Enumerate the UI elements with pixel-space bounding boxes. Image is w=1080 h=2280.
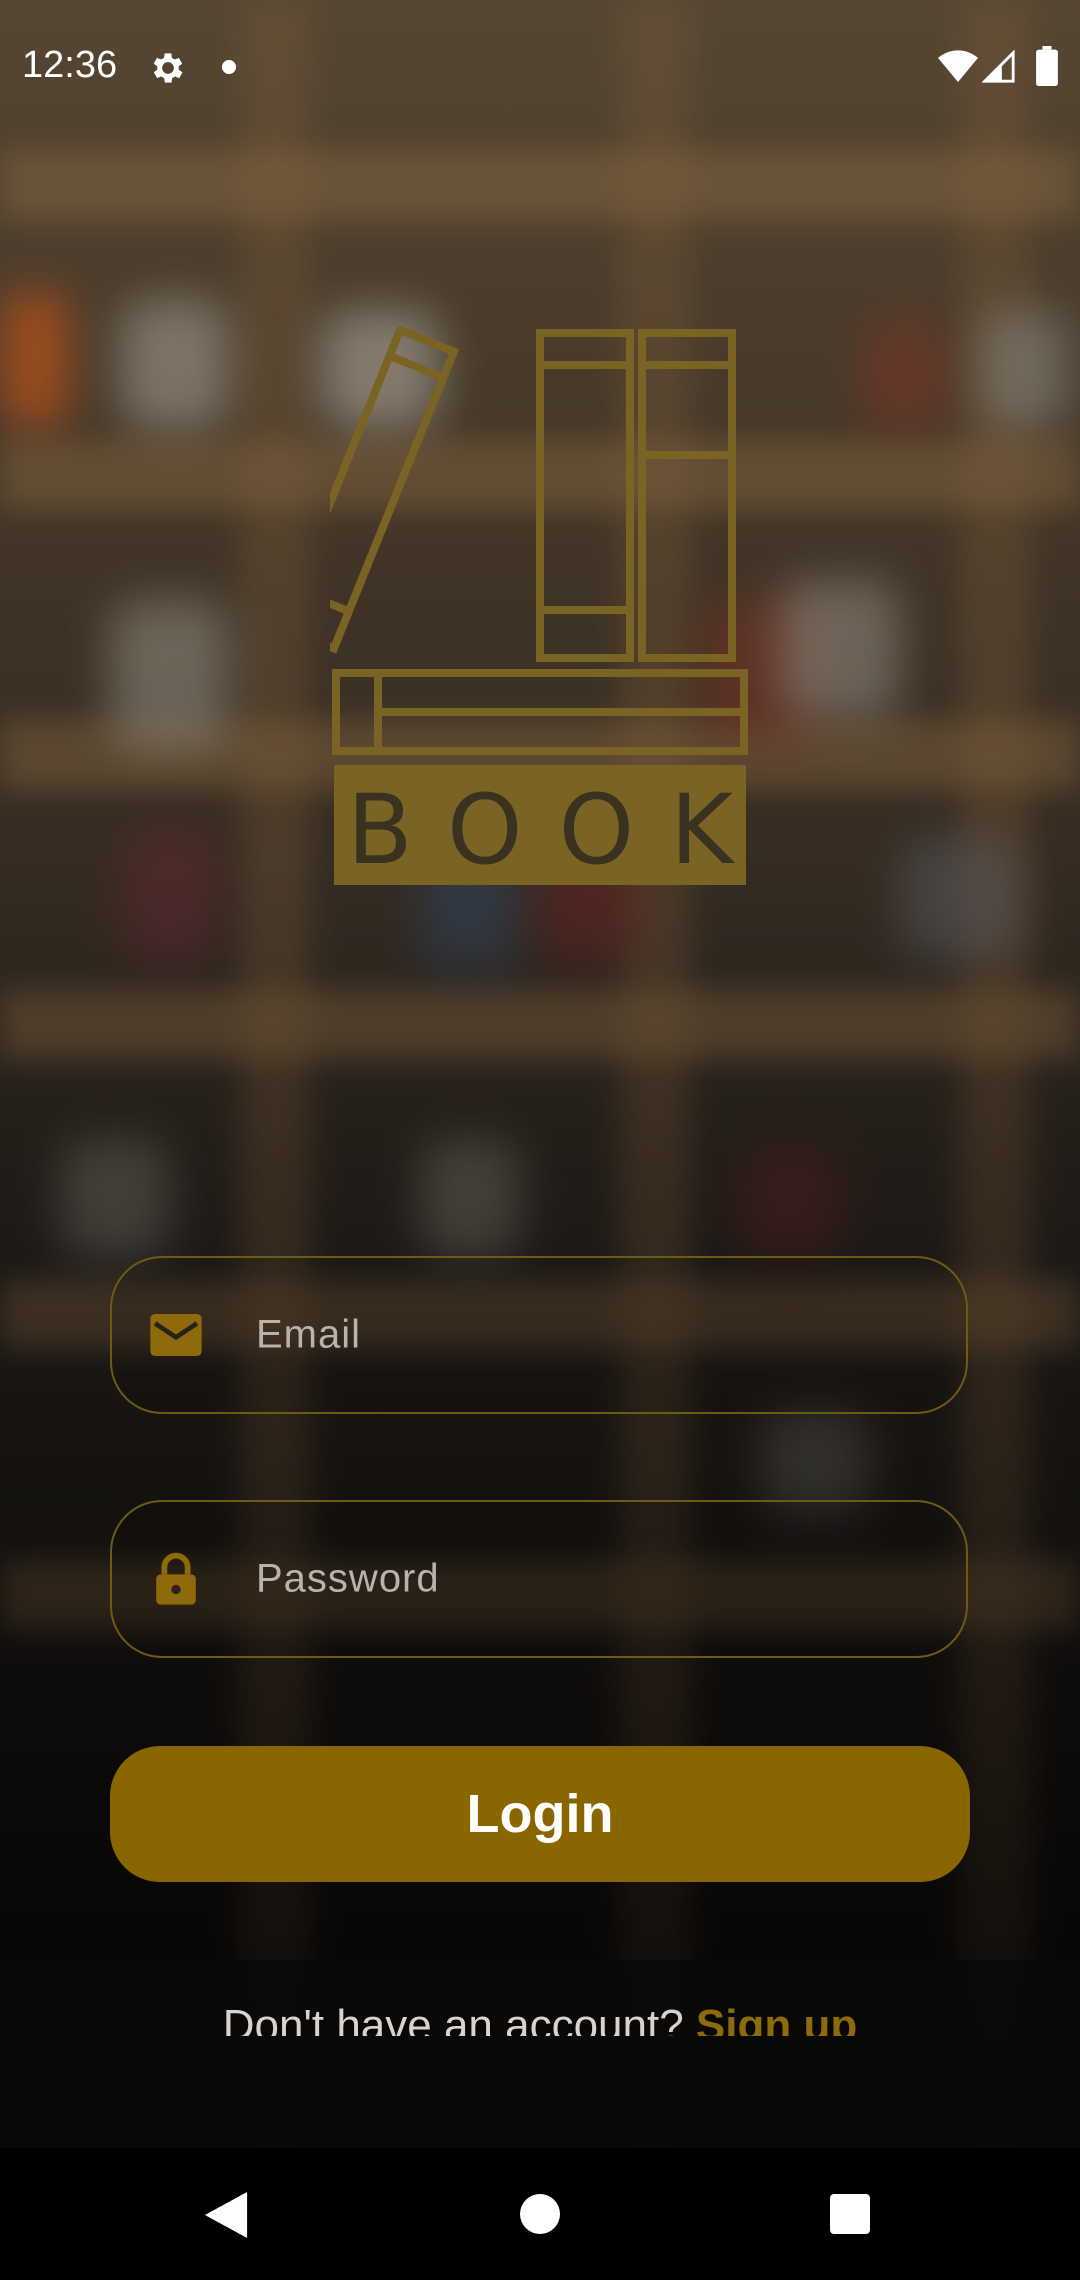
back-icon[interactable]	[204, 2192, 248, 2238]
login-button[interactable]: Login	[110, 1746, 970, 1882]
wifi-icon	[938, 50, 978, 82]
battery-icon	[1036, 46, 1058, 86]
signup-prompt: Don't have an account? Sign up	[0, 1996, 1080, 2036]
mail-icon	[150, 1314, 202, 1356]
email-placeholder: Email	[256, 1312, 362, 1357]
login-screen: 12:36 BOOK Email Password Login Don't ha…	[0, 0, 1080, 2280]
email-field[interactable]: Email	[110, 1256, 968, 1414]
password-placeholder: Password	[256, 1556, 440, 1601]
gear-icon	[153, 53, 183, 83]
home-icon[interactable]	[520, 2194, 560, 2234]
logo-text: BOOK	[346, 774, 770, 886]
signup-link[interactable]: Sign up	[696, 2001, 857, 2036]
signup-question: Don't have an account?	[222, 2001, 696, 2036]
recents-icon[interactable]	[830, 2194, 870, 2234]
status-bar: 12:36	[0, 0, 1080, 134]
navigation-bar	[0, 2148, 1080, 2280]
password-field[interactable]: Password	[110, 1500, 968, 1658]
notification-dot-icon	[222, 60, 236, 74]
lock-icon	[156, 1552, 196, 1605]
status-time: 12:36	[22, 44, 118, 86]
signal-icon	[982, 50, 1015, 83]
